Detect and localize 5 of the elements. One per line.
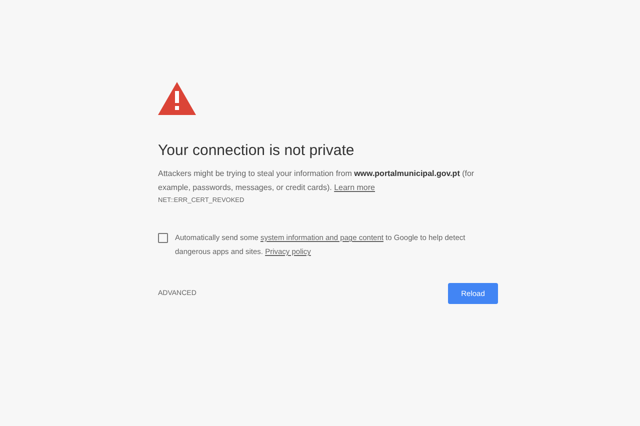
warning-icon xyxy=(158,82,196,115)
checkbox[interactable] xyxy=(158,233,168,243)
warning-message: Attackers might be trying to steal your information from www.portalmunicipal.gov.pt (for example, passwords, messages, or credit cards). Learn more xyxy=(158,168,476,194)
learn-more-link[interactable]: Learn more xyxy=(334,183,375,192)
page-title: Your connection is not private xyxy=(158,142,356,159)
